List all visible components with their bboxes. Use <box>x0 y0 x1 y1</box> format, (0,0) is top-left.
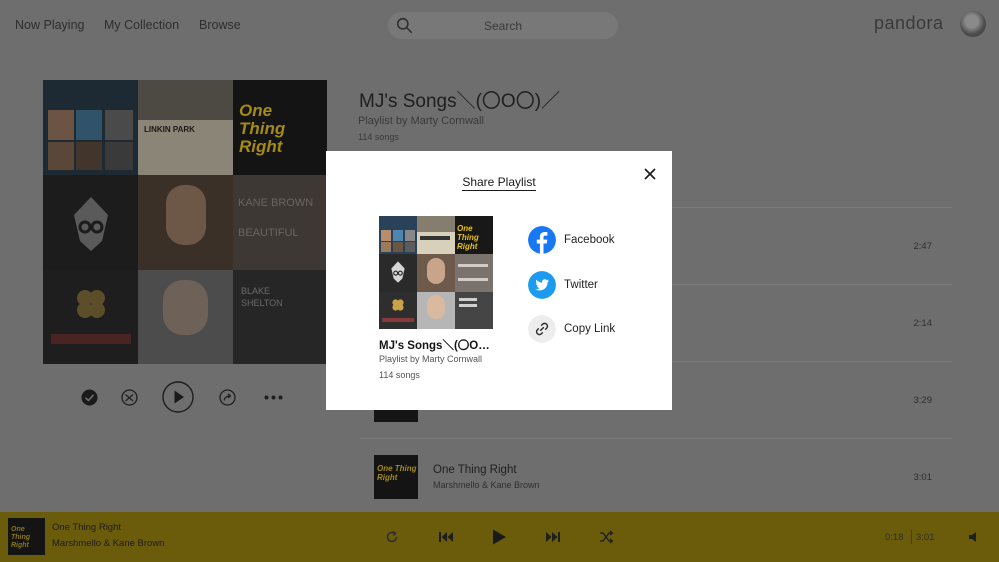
track-artist[interactable]: Marshmello & Kane Brown <box>433 480 540 490</box>
nav-my-collection[interactable]: My Collection <box>104 18 179 32</box>
modal-playlist-art: One Thing Right <box>379 216 493 329</box>
playlist-count: 114 songs <box>358 132 399 142</box>
now-playing-artist[interactable]: Marshmello & Kane Brown <box>52 538 164 549</box>
modal-title: Share Playlist <box>462 175 536 191</box>
search-placeholder: Search <box>484 19 523 33</box>
modal-playlist-count: 114 songs <box>379 370 420 380</box>
share-option-label: Facebook <box>564 234 615 246</box>
album-tile <box>455 254 493 292</box>
album-tile <box>417 254 455 292</box>
playlist-cover-art: LINKIN PARK One Thing Right KANE BROWN B… <box>43 80 327 364</box>
twitter-icon <box>528 271 556 299</box>
album-tile: LINKIN PARK <box>138 80 233 175</box>
track-title[interactable]: One Thing Right <box>433 464 517 476</box>
album-tile <box>43 270 138 364</box>
album-tile: KANE BROWN BEAUTIFUL <box>233 175 327 270</box>
share-circle-icon[interactable] <box>219 389 236 406</box>
album-text: LINKIN PARK <box>144 125 195 134</box>
track-duration: 2:14 <box>913 318 933 329</box>
track-thumbnail: One Thing Right <box>374 455 418 499</box>
track-row[interactable]: One Thing Right One Thing Right Marshmel… <box>360 438 952 516</box>
album-tile <box>455 292 493 329</box>
volume-icon[interactable] <box>968 531 982 543</box>
elapsed-time: 0:18 <box>885 532 904 543</box>
album-tile: One Thing Right <box>455 216 493 254</box>
album-text: SHELTON <box>241 298 283 308</box>
search-input[interactable]: Search <box>388 12 618 39</box>
album-text: One Thing Right <box>377 464 417 482</box>
nav-browse[interactable]: Browse <box>199 18 241 32</box>
track-duration: 3:01 <box>913 472 933 483</box>
album-tile: One Thing Right <box>233 80 327 175</box>
album-tile <box>43 80 138 175</box>
nav-now-playing[interactable]: Now Playing <box>15 18 84 32</box>
album-text: BLAKE <box>241 286 271 296</box>
playlist-byline[interactable]: Playlist by Marty Cornwall <box>358 115 484 127</box>
modal-playlist-name: MJ's Songs＼(〇O〇)／ <box>379 340 493 352</box>
play-circle-icon[interactable] <box>162 381 194 413</box>
close-icon[interactable] <box>641 165 659 183</box>
album-tile <box>138 270 233 364</box>
now-playing-bar: One Thing Right One Thing Right Marshmel… <box>0 512 999 562</box>
album-tile <box>379 292 417 329</box>
album-tile: BLAKE SHELTON <box>233 270 327 364</box>
pandora-logo[interactable]: pandora <box>874 13 944 34</box>
share-option-label: Copy Link <box>564 323 616 335</box>
added-check-icon[interactable] <box>81 389 98 406</box>
link-icon <box>528 315 556 343</box>
album-tile <box>43 175 138 270</box>
shuffle-icon[interactable] <box>599 530 614 544</box>
share-playlist-modal: Share Playlist One Thing Right MJ's Song… <box>326 151 672 410</box>
album-text: One Thing Right <box>239 101 286 156</box>
album-text: KANE BROWN <box>238 197 314 209</box>
modal-playlist-byline: Playlist by Marty Cornwall <box>379 354 483 364</box>
user-avatar[interactable] <box>960 11 986 37</box>
shuffle-circle-icon[interactable] <box>121 389 138 406</box>
facebook-icon <box>528 226 556 254</box>
more-options-icon[interactable] <box>264 395 284 400</box>
now-playing-song[interactable]: One Thing Right <box>52 522 121 533</box>
album-tile <box>417 216 455 254</box>
search-icon <box>396 17 413 34</box>
track-duration: 2:47 <box>913 241 933 252</box>
previous-track-icon[interactable] <box>438 530 454 544</box>
share-option-label: Twitter <box>564 279 598 291</box>
album-text: BEAUTIFUL <box>238 227 299 239</box>
album-tile <box>138 175 233 270</box>
album-tile <box>417 292 455 329</box>
time-separator <box>911 530 912 544</box>
total-time: 3:01 <box>916 532 935 543</box>
album-tile <box>379 254 417 292</box>
album-text: One Thing Right <box>11 526 31 549</box>
playlist-title: MJ's Songs＼(〇O〇)／ <box>359 91 561 112</box>
now-playing-album-art[interactable]: One Thing Right <box>8 518 45 555</box>
album-tile <box>379 216 417 254</box>
play-icon[interactable] <box>490 528 508 546</box>
track-duration: 3:29 <box>913 395 933 406</box>
replay-icon[interactable] <box>385 530 399 544</box>
top-navigation: Now Playing My Collection Browse Search … <box>0 0 999 52</box>
album-text: One Thing Right <box>457 224 479 251</box>
skip-forward-icon[interactable] <box>545 530 561 544</box>
